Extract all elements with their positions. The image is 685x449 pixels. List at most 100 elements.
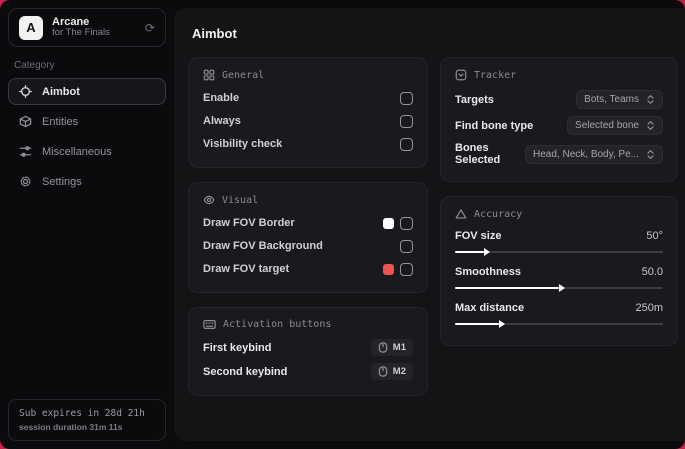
subscription-info: Sub expires in 28d 21h session duration … — [8, 398, 166, 441]
setting-row-find-bone-type: Find bone type Selected bone — [455, 112, 663, 138]
sidebar-item-settings[interactable]: Settings — [8, 168, 166, 195]
setting-row-bones-selected: Bones Selected Head, Neck, Body, Pe... — [455, 138, 663, 169]
setting-label: Draw FOV Border — [203, 217, 295, 229]
keybind-value: M1 — [392, 342, 406, 353]
enable-checkbox[interactable] — [400, 91, 413, 105]
card-title: General — [222, 69, 265, 81]
smoothness-slider[interactable] — [455, 284, 663, 292]
sidebar-item-entities[interactable]: Entities — [8, 108, 166, 135]
setting-label: Draw FOV target — [203, 263, 290, 275]
sidebar: A Arcane for The Finals ⟳ Category Aimbo… — [0, 0, 174, 449]
refresh-icon[interactable]: ⟳ — [145, 22, 155, 34]
second-keybind-button[interactable]: M2 — [370, 363, 413, 380]
triangle-icon — [455, 209, 467, 219]
setting-label: Find bone type — [455, 119, 534, 132]
max-distance-slider[interactable] — [455, 320, 663, 328]
find-bone-type-dropdown[interactable]: Selected bone — [567, 116, 663, 135]
setting-row-fov-size: FOV size 50° — [455, 225, 663, 261]
crosshair-icon — [19, 85, 32, 98]
setting-row-max-distance: Max distance 250m — [455, 297, 663, 333]
scan-target-icon — [455, 69, 467, 81]
mouse-icon — [378, 342, 388, 353]
smoothness-value: 50.0 — [641, 266, 663, 278]
setting-row-smoothness: Smoothness 50.0 — [455, 261, 663, 297]
card-general: General Enable Always Visibility check — [188, 57, 428, 168]
gear-icon — [20, 176, 31, 187]
targets-dropdown[interactable]: Bots, Teams — [576, 90, 663, 109]
setting-label: Smoothness — [455, 266, 522, 278]
setting-label: Draw FOV Background — [203, 240, 323, 252]
chevron-up-down-icon — [647, 121, 654, 130]
eye-icon — [203, 195, 215, 205]
grid-icon — [203, 69, 215, 81]
setting-row-always: Always — [203, 109, 413, 132]
card-accuracy: Accuracy FOV size 50° Smoothness 50.0 Ma… — [440, 196, 678, 346]
setting-label: First keybind — [203, 341, 272, 354]
color-swatch-red[interactable] — [383, 263, 394, 275]
setting-row-enable: Enable — [203, 86, 413, 109]
mouse-icon — [378, 366, 388, 377]
page-title: Aimbot — [192, 26, 237, 41]
draw-fov-target-checkbox[interactable] — [400, 262, 413, 276]
draw-fov-background-checkbox[interactable] — [400, 239, 413, 253]
card-title: Visual — [222, 194, 259, 206]
app-subtitle: for The Finals — [52, 27, 110, 39]
card-title: Accuracy — [474, 208, 523, 220]
bones-selected-dropdown[interactable]: Head, Neck, Body, Pe... — [525, 144, 663, 164]
setting-label: Always — [203, 115, 241, 127]
keybind-value: M2 — [392, 366, 406, 377]
dropdown-value: Selected bone — [575, 120, 639, 131]
app-logo: A — [19, 15, 43, 40]
keyboard-icon — [203, 319, 216, 330]
fov-size-value: 50° — [646, 230, 663, 242]
app-header: A Arcane for The Finals ⟳ — [8, 8, 166, 47]
card-visual: Visual Draw FOV Border Draw FOV Backgrou… — [188, 182, 428, 293]
sliders-icon — [19, 146, 32, 157]
sidebar-item-label: Miscellaneous — [42, 145, 112, 158]
app-window: A Arcane for The Finals ⟳ Category Aimbo… — [0, 0, 685, 449]
sidebar-item-label: Entities — [42, 115, 79, 128]
sub-expiry-text: Sub expires in 28d 21h — [19, 407, 145, 419]
setting-label: FOV size — [455, 230, 502, 242]
card-title: Activation buttons — [223, 319, 332, 330]
card-title: Tracker — [474, 69, 517, 81]
cube-icon — [19, 115, 32, 128]
setting-label: Visibility check — [203, 138, 283, 150]
setting-label: Max distance — [455, 302, 525, 314]
session-duration-text: session duration 31m 11s — [19, 421, 123, 432]
setting-label: Second keybind — [203, 365, 288, 378]
slider-handle[interactable] — [484, 248, 491, 256]
main-panel: Aimbot General Enable Always Visibility … — [174, 8, 685, 441]
setting-label: Bones Selected — [455, 142, 501, 166]
setting-label: Targets — [455, 93, 494, 106]
chevron-up-down-icon — [647, 95, 654, 104]
card-activation-buttons: Activation buttons First keybind M1 Seco… — [188, 307, 428, 396]
visibility-check-checkbox[interactable] — [400, 137, 413, 151]
draw-fov-border-checkbox[interactable] — [400, 216, 413, 230]
always-checkbox[interactable] — [400, 114, 413, 128]
setting-row-targets: Targets Bots, Teams — [455, 86, 663, 112]
setting-label: Enable — [203, 92, 240, 104]
slider-handle[interactable] — [559, 284, 565, 292]
card-tracker: Tracker Targets Bots, Teams Find bone ty… — [440, 57, 678, 182]
app-title-block: Arcane for The Finals — [52, 16, 110, 40]
color-swatch-white[interactable] — [383, 217, 394, 229]
sidebar-item-label: Settings — [42, 175, 82, 188]
dropdown-value: Bots, Teams — [584, 94, 639, 105]
setting-row-draw-fov-target: Draw FOV target — [203, 257, 413, 280]
setting-row-second-keybind: Second keybind M2 — [203, 359, 413, 383]
dropdown-value: Head, Neck, Body, Pe... — [533, 148, 639, 160]
setting-row-draw-fov-background: Draw FOV Background — [203, 234, 413, 257]
sidebar-item-miscellaneous[interactable]: Miscellaneous — [8, 138, 166, 165]
slider-handle[interactable] — [498, 320, 505, 328]
category-label: Category — [14, 60, 55, 71]
chevron-up-down-icon — [647, 149, 654, 159]
setting-row-first-keybind: First keybind M1 — [203, 335, 413, 359]
max-distance-value: 250m — [635, 302, 663, 314]
setting-row-draw-fov-border: Draw FOV Border — [203, 211, 413, 234]
sidebar-item-label: Aimbot — [42, 85, 80, 98]
sidebar-item-aimbot[interactable]: Aimbot — [8, 78, 166, 105]
setting-row-visibility-check: Visibility check — [203, 132, 413, 155]
first-keybind-button[interactable]: M1 — [370, 339, 413, 356]
fov-size-slider[interactable] — [455, 248, 663, 256]
